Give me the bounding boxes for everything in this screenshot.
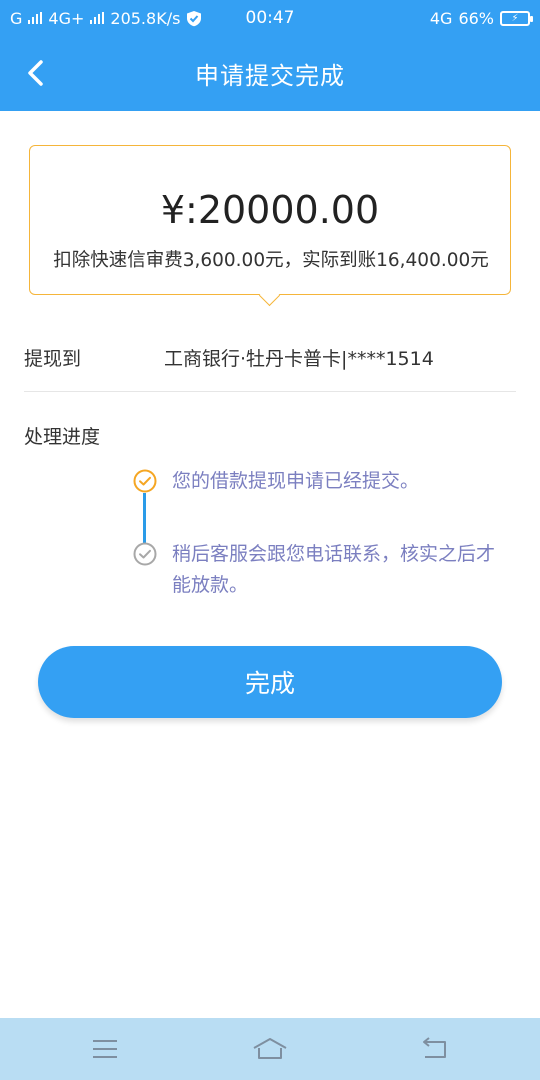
chevron-left-icon (28, 60, 43, 86)
progress-connector (143, 493, 146, 543)
done-button[interactable]: 完成 (38, 646, 502, 718)
check-circle-icon (133, 542, 157, 566)
back-nav-button[interactable] (414, 1032, 454, 1066)
amount-card: ¥:20000.00 扣除快速信审费3,600.00元，实际到账16,400.0… (29, 145, 511, 295)
withdraw-label: 提现到 (24, 348, 82, 370)
system-nav-bar (0, 1018, 540, 1080)
status-bar: G 4G+ 205.8K/s 00:47 4G 66% ⚡ (0, 0, 540, 36)
home-button[interactable] (250, 1032, 290, 1066)
app-header: 申请提交完成 (0, 36, 540, 111)
menu-button[interactable] (85, 1032, 125, 1066)
withdraw-row: 提现到 工商银行·牡丹卡普卡|****1514 (24, 336, 516, 392)
progress-step-text: 您的借款提现申请已经提交。 (172, 470, 420, 492)
progress-step: 稍后客服会跟您电话联系，核实之后才能放款。 (133, 542, 495, 596)
back-button[interactable] (18, 56, 52, 90)
menu-icon (93, 1040, 117, 1058)
back-icon (423, 1037, 446, 1058)
battery-icon: ⚡ (500, 10, 533, 26)
amount-value: ¥:20000.00 (160, 188, 380, 232)
check-circle-icon (133, 469, 157, 493)
progress-title: 处理进度 (24, 426, 101, 448)
withdraw-account: 工商银行·牡丹卡普卡|****1514 (164, 348, 434, 370)
home-icon (253, 1038, 287, 1059)
progress-step-text: 稍后客服会跟您电话联系，核实之后才能放款。 (172, 543, 496, 596)
clock: 00:47 (245, 8, 295, 28)
progress-step: 您的借款提现申请已经提交。 (133, 469, 419, 493)
page-title: 申请提交完成 (195, 62, 345, 90)
fee-note: 扣除快速信审费3,600.00元，实际到账16,400.00元 (53, 250, 489, 271)
